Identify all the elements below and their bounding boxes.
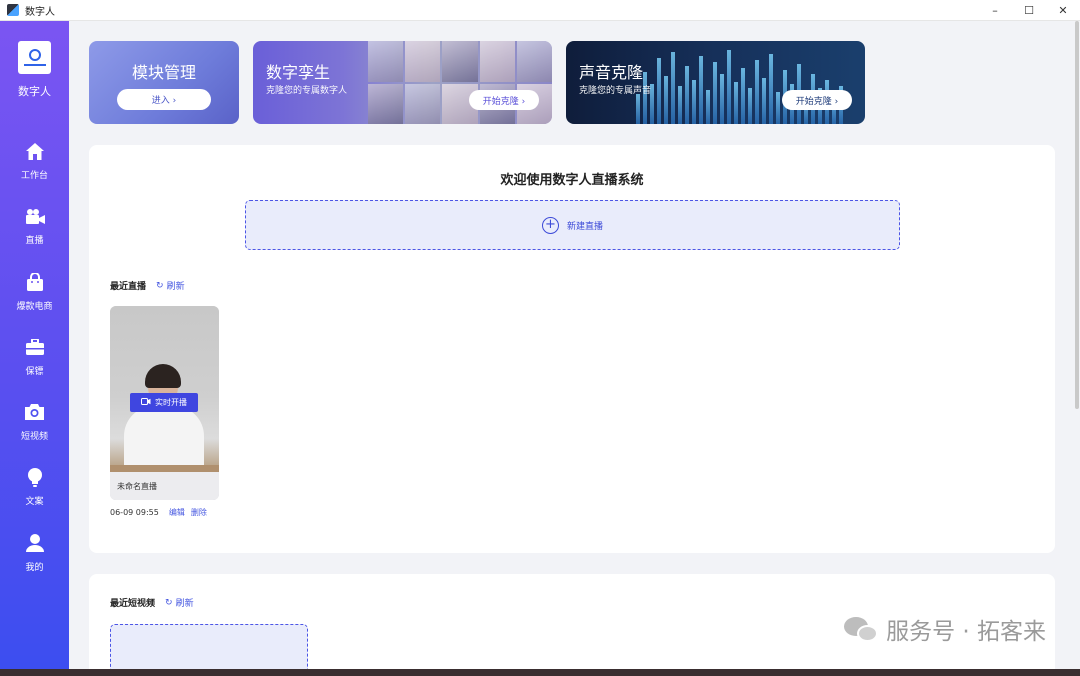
new-video-placeholder[interactable] [110, 624, 308, 669]
sidebar-nav: 工作台 直播 爆款电商 保镖 短视频 文案 我的 [0, 138, 69, 595]
sidebar-item-label: 短视频 [20, 432, 48, 443]
sidebar-item-bodyguard[interactable]: 保镖 [0, 334, 69, 399]
app-icon [7, 4, 19, 16]
refresh-live-button[interactable]: ↻ 刷新 [156, 279, 185, 293]
plus-circle-icon: + [541, 216, 559, 234]
live-timestamp: 06-09 09:55 [110, 508, 159, 517]
banner-subtitle: 克隆您的专属数字人 [266, 86, 348, 96]
sidebar-item-label: 保镖 [25, 366, 44, 377]
banner-title: 声音克隆 [579, 63, 644, 82]
window-title: 数字人 [25, 6, 55, 18]
sidebar-item-workbench[interactable]: 工作台 [0, 138, 69, 203]
recent-video-header: 最近短视频 ↻ 刷新 [110, 596, 194, 610]
sidebar-item-label: 我的 [25, 562, 44, 573]
sidebar-item-label: 文案 [25, 497, 44, 508]
start-live-button[interactable]: 实时开播 [130, 393, 198, 412]
sidebar-item-ecommerce[interactable]: 爆款电商 [0, 269, 69, 334]
close-button[interactable]: ✕ [1046, 0, 1080, 21]
chat-bubbles-icon [844, 615, 879, 643]
briefcase-icon [25, 337, 45, 357]
live-name: 未命名直播 [110, 472, 219, 500]
recent-video-title: 最近短视频 [110, 599, 156, 609]
sidebar-item-profile[interactable]: 我的 [0, 530, 69, 595]
recent-live-header: 最近直播 ↻ 刷新 [110, 279, 185, 293]
vertical-scrollbar[interactable] [1075, 21, 1079, 409]
refresh-icon: ↻ [156, 280, 164, 291]
banner-title: 数字孪生 [266, 63, 331, 82]
user-icon [25, 533, 45, 553]
main-content: 模块管理 进入 › 数字孪生 克隆您的专属数字人 开始克隆 › 声音克隆 克隆您… [69, 21, 1075, 669]
video-icon [141, 398, 151, 407]
brand-name: 数字人 [18, 85, 51, 98]
camera-icon [25, 402, 45, 422]
portrait-collage [368, 41, 552, 124]
recent-live-title: 最近直播 [110, 282, 147, 292]
live-panel: 欢迎使用数字人直播系统 + 新建直播 最近直播 ↻ 刷新 实时开播 未命名直播 … [89, 145, 1055, 553]
refresh-label: 刷新 [175, 599, 194, 609]
title-bar: 数字人 – ☐ ✕ [0, 0, 1080, 21]
delete-link[interactable]: 删除 [191, 507, 207, 518]
home-icon [25, 141, 45, 161]
sidebar: 数字人 工作台 直播 爆款电商 保镖 短视频 文案 我的 [0, 21, 69, 669]
lightbulb-icon [25, 467, 45, 487]
digital-twin-banner[interactable]: 数字孪生 克隆您的专属数字人 开始克隆 › [253, 41, 552, 124]
taskbar-strip [0, 669, 1080, 676]
maximize-button[interactable]: ☐ [1012, 0, 1046, 21]
banner-title: 模块管理 [131, 63, 196, 82]
welcome-heading: 欢迎使用数字人直播系统 [500, 173, 644, 188]
watermark-text: 服务号 · 拓客来 [886, 619, 1046, 645]
new-live-label: 新建直播 [566, 221, 603, 232]
edit-link[interactable]: 编辑 [169, 507, 185, 518]
enter-button[interactable]: 进入 › [117, 89, 211, 110]
shopping-bag-icon [25, 272, 45, 292]
video-camera-icon [25, 206, 45, 226]
start-clone-button[interactable]: 开始克隆 › [469, 90, 539, 110]
app-window: 数字人 – ☐ ✕ 数字人 工作台 直播 爆款电商 保镖 短视频 文案 我的 模… [0, 0, 1080, 669]
sidebar-item-label: 直播 [25, 236, 44, 247]
sidebar-item-short-video[interactable]: 短视频 [0, 399, 69, 464]
minimize-button[interactable]: – [978, 0, 1012, 21]
sidebar-item-live[interactable]: 直播 [0, 203, 69, 268]
live-meta-row: 06-09 09:55 编辑 删除 [110, 507, 270, 518]
module-management-banner[interactable]: 模块管理 进入 › [89, 41, 239, 124]
live-thumbnail [110, 306, 219, 472]
refresh-label: 刷新 [166, 282, 185, 292]
window-controls: – ☐ ✕ [978, 0, 1080, 21]
start-voice-clone-button[interactable]: 开始克隆 › [782, 90, 852, 110]
watermark: 服务号 · 拓客来 [844, 612, 1046, 646]
sidebar-item-label: 爆款电商 [16, 301, 53, 312]
banner-subtitle: 克隆您的专属声音 [579, 86, 652, 96]
voice-clone-banner[interactable]: 声音克隆 克隆您的专属声音 开始克隆 › [566, 41, 865, 124]
audio-equalizer-graphic [636, 41, 865, 124]
new-live-button[interactable]: + 新建直播 [245, 200, 900, 250]
refresh-icon: ↻ [165, 597, 173, 608]
start-live-label: 实时开播 [155, 398, 187, 407]
live-session-card[interactable]: 实时开播 未命名直播 [110, 306, 219, 500]
refresh-video-button[interactable]: ↻ 刷新 [165, 596, 194, 610]
sidebar-item-label: 工作台 [20, 171, 48, 181]
brand-logo [18, 41, 51, 74]
sidebar-item-copywriting[interactable]: 文案 [0, 464, 69, 529]
